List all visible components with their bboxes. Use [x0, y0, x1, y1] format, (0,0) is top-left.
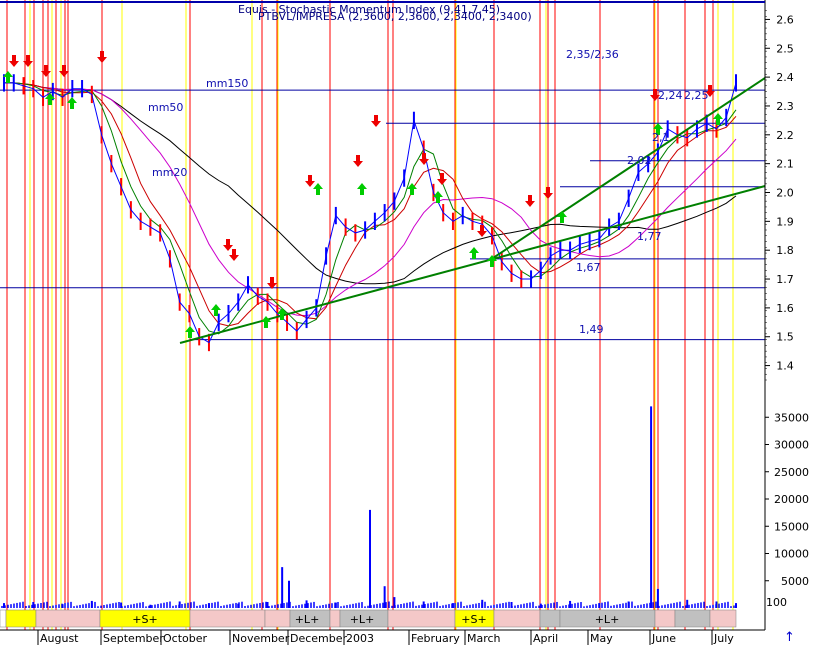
- signal-segment: [189, 609, 266, 628]
- signal-label: +S+: [461, 613, 486, 626]
- signal-label: +L+: [350, 613, 375, 626]
- signal-label: +L+: [595, 613, 620, 626]
- chart-title: PTBVL/IMPRESA (2,3600, 2,3600, 2,3400, 2…: [258, 10, 532, 23]
- month-label: 2003: [346, 632, 374, 645]
- signal-segment: [329, 609, 341, 628]
- signal-segment: [539, 609, 561, 628]
- ma-label-mm150: mm150: [206, 77, 248, 90]
- signal-segment: [5, 609, 37, 628]
- price-tick-label: 1.7: [776, 273, 794, 286]
- price-tick-label: 2.4: [776, 71, 794, 84]
- price-tick-label: 2.6: [776, 13, 794, 26]
- price-tick-label: 2.0: [776, 187, 794, 200]
- month-label: September: [103, 632, 164, 645]
- month-label: April: [533, 632, 558, 645]
- scroll-up-icon[interactable]: ↑: [784, 630, 795, 645]
- signal-segment: [654, 609, 676, 628]
- level-label-224: 2,24: [658, 89, 683, 102]
- signal-segment: [0, 609, 7, 628]
- month-label: March: [467, 632, 501, 645]
- volume-tick-label: 20000: [774, 493, 809, 506]
- signal-segment: [387, 609, 456, 628]
- month-label: May: [590, 632, 613, 645]
- level-label-149: 1,49: [579, 323, 604, 336]
- volume-tick-label: 25000: [774, 466, 809, 479]
- price-tick-label: 2.5: [776, 42, 794, 55]
- month-label: July: [713, 632, 734, 645]
- month-label: August: [40, 632, 79, 645]
- level-label-225: 2,25: [684, 89, 709, 102]
- signal-segment: [35, 609, 101, 628]
- level-label-21: 2,1: [652, 131, 670, 144]
- signal-label: +S+: [132, 613, 157, 626]
- ma-label-mm50: mm50: [148, 101, 183, 114]
- price-tick-label: 2.1: [776, 158, 794, 171]
- price-tick-label: 1.6: [776, 302, 794, 315]
- volume-unit-label: 100: [766, 596, 787, 609]
- price-tick-label: 2.3: [776, 100, 794, 113]
- price-tick-label: 1.9: [776, 215, 794, 228]
- signal-segment: [674, 609, 711, 628]
- month-label: October: [163, 632, 207, 645]
- price-tick-label: 1.5: [776, 331, 794, 344]
- price-tick-label: 1.8: [776, 244, 794, 257]
- volume-tick-label: 35000: [774, 411, 809, 424]
- level-label-202: 2,02: [627, 154, 652, 167]
- level-label-235: 2,35/2,36: [566, 48, 619, 61]
- month-label: June: [651, 632, 676, 645]
- month-label: February: [411, 632, 460, 645]
- volume-tick-label: 30000: [774, 439, 809, 452]
- month-label: November: [232, 632, 290, 645]
- signal-segment: [264, 609, 291, 628]
- level-label-167: 1,67: [576, 261, 601, 274]
- volume-tick-label: 5000: [781, 575, 809, 588]
- level-label-177: 1,77: [637, 230, 662, 243]
- price-tick-label: 2.2: [776, 129, 794, 142]
- stock-chart: Equis - Stochastic Momentum Index (9,41,…: [0, 0, 813, 645]
- price-tick-label: 1.4: [776, 360, 794, 373]
- volume-tick-label: 15000: [774, 520, 809, 533]
- ma-label-mm20: mm20: [152, 166, 187, 179]
- signal-segment: [493, 609, 541, 628]
- month-label: December: [290, 632, 348, 645]
- signal-segment: [709, 609, 737, 628]
- signal-label: +L+: [295, 613, 320, 626]
- volume-tick-label: 10000: [774, 548, 809, 561]
